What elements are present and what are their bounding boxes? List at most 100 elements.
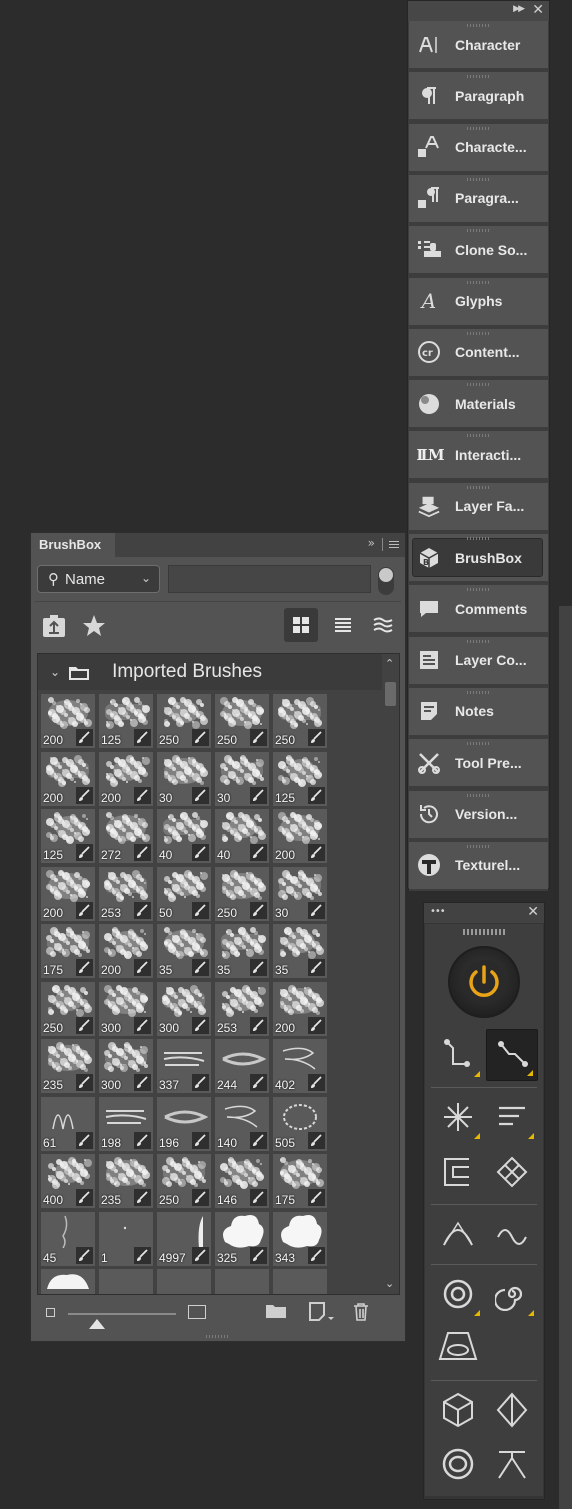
brush-tile[interactable]: 253 — [215, 981, 269, 1036]
brush-icon[interactable] — [76, 901, 93, 919]
brush-tile[interactable]: 35 — [215, 924, 269, 978]
brush-icon[interactable] — [250, 1131, 267, 1149]
brush-icon[interactable] — [250, 959, 267, 976]
brush-icon[interactable] — [250, 786, 267, 804]
path-tool-1[interactable] — [432, 1029, 484, 1081]
dock-item-character[interactable]: Character — [409, 21, 548, 70]
power-button[interactable] — [448, 946, 520, 1018]
import-brushes-icon[interactable] — [39, 611, 69, 641]
scroll-down-icon[interactable]: ⌄ — [385, 1277, 394, 1290]
brush-icon[interactable] — [250, 1016, 267, 1034]
brush-tile[interactable]: 175 — [41, 924, 95, 978]
brush-tile[interactable]: 400 — [41, 1154, 95, 1208]
brush-list-scrollbar[interactable]: ⌃ ⌄ — [382, 654, 399, 1294]
brush-tile[interactable]: 30 — [273, 866, 327, 921]
dock-item-character-styles[interactable]: Characte... — [409, 123, 548, 173]
stroke-view-icon[interactable] — [368, 608, 398, 642]
brush-icon[interactable] — [134, 1131, 151, 1149]
arc-tool[interactable] — [432, 1208, 484, 1260]
favorites-star-icon[interactable] — [79, 611, 109, 641]
brush-icon[interactable] — [192, 729, 209, 746]
brush-icon[interactable] — [308, 1246, 325, 1264]
brush-icon[interactable] — [192, 786, 209, 804]
brush-tile[interactable]: 505 — [273, 1096, 327, 1151]
brush-tile[interactable]: 337 — [157, 1039, 211, 1093]
brush-tile[interactable]: 45 — [41, 1211, 95, 1266]
dock-item-paragraph[interactable]: Paragraph — [409, 72, 548, 122]
brush-tile[interactable] — [215, 1269, 269, 1294]
brush-tile[interactable]: 250 — [215, 694, 269, 748]
brush-tile[interactable]: 244 — [215, 1039, 269, 1093]
dock-item-comments[interactable]: Comments — [409, 585, 548, 635]
panel-menu-icon[interactable] — [389, 541, 399, 548]
brush-tile[interactable]: 146 — [215, 1154, 269, 1208]
brush-icon[interactable] — [308, 901, 325, 919]
brush-icon[interactable] — [308, 1074, 325, 1091]
brush-icon[interactable] — [76, 1246, 93, 1264]
brush-icon[interactable] — [76, 1131, 93, 1149]
dock-item-notes[interactable]: Notes — [409, 687, 548, 737]
brush-icon[interactable] — [308, 1131, 325, 1149]
scroll-thumb[interactable] — [385, 682, 396, 706]
brush-icon[interactable] — [76, 786, 93, 804]
brush-tile[interactable]: 1 — [99, 1211, 153, 1266]
brush-icon[interactable] — [308, 1189, 325, 1206]
tab-brushbox[interactable]: BrushBox — [31, 533, 115, 557]
dock-item-tool-presets[interactable]: Tool Pre... — [409, 739, 548, 789]
path-tool-2[interactable] — [486, 1029, 538, 1081]
brush-icon[interactable] — [192, 1074, 209, 1091]
close-dock-icon[interactable]: ✕ — [532, 2, 544, 18]
search-input[interactable] — [168, 565, 371, 593]
dock-item-layer-factory[interactable]: Layer Fa... — [409, 482, 548, 532]
brush-icon[interactable] — [250, 1074, 267, 1091]
collapse-dock-icon[interactable]: ▶▶ — [513, 4, 525, 14]
brush-icon[interactable] — [134, 901, 151, 919]
brush-icon[interactable] — [134, 1246, 151, 1264]
diamond-tool[interactable] — [486, 1384, 538, 1436]
brush-tile[interactable]: 200 — [99, 751, 153, 806]
brush-icon[interactable] — [76, 1189, 93, 1206]
brush-icon[interactable] — [192, 1131, 209, 1149]
dock-item-layer-comps[interactable]: Layer Co... — [409, 636, 548, 686]
brush-tile[interactable] — [41, 1269, 95, 1294]
dock-item-clone-source[interactable]: Clone So... — [409, 226, 548, 276]
brush-tile[interactable]: 175 — [273, 1154, 327, 1208]
brush-icon[interactable] — [134, 1189, 151, 1206]
brush-tile[interactable]: 125 — [99, 694, 153, 748]
brush-icon[interactable] — [308, 959, 325, 976]
brush-icon[interactable] — [192, 901, 209, 919]
trash-icon[interactable] — [349, 1299, 373, 1325]
brush-icon[interactable] — [250, 1246, 267, 1264]
dock-item-texturelabs[interactable]: Texturel... — [409, 841, 548, 891]
brush-icon[interactable] — [250, 901, 267, 919]
wave-tool[interactable] — [486, 1208, 538, 1260]
close-icon[interactable]: ✕ — [527, 904, 539, 920]
brush-icon[interactable] — [192, 844, 209, 861]
brush-icon[interactable] — [192, 959, 209, 976]
brush-icon[interactable] — [250, 1189, 267, 1206]
brush-tile[interactable]: 200 — [273, 981, 327, 1036]
brush-icon[interactable] — [308, 786, 325, 804]
brush-tile[interactable] — [157, 1269, 211, 1294]
brush-tile[interactable]: 61 — [41, 1096, 95, 1151]
dock-item-content-credentials[interactable]: cr Content... — [409, 328, 548, 378]
brush-tile[interactable]: 235 — [99, 1154, 153, 1208]
grid-view-icon[interactable] — [284, 608, 318, 642]
brush-icon[interactable] — [76, 959, 93, 976]
brush-icon[interactable] — [134, 844, 151, 861]
brush-icon[interactable] — [250, 729, 267, 746]
brush-tile[interactable]: 200 — [41, 866, 95, 921]
brush-icon[interactable] — [134, 1016, 151, 1034]
brush-icon[interactable] — [76, 1016, 93, 1034]
brush-tile[interactable]: 30 — [215, 751, 269, 806]
brush-icon[interactable] — [76, 844, 93, 861]
list-view-icon[interactable] — [328, 608, 358, 642]
window-scrollbar[interactable] — [559, 606, 572, 1509]
chevron-down-icon[interactable]: ⌄ — [50, 665, 60, 679]
brush-tile[interactable]: 250 — [157, 1154, 211, 1208]
brush-tile[interactable]: 50 — [157, 866, 211, 921]
dock-item-version-history[interactable]: Version... — [409, 790, 548, 840]
brush-tile[interactable]: 300 — [157, 981, 211, 1036]
bracket-tool[interactable] — [432, 1146, 484, 1198]
new-brush-icon[interactable] — [305, 1299, 339, 1325]
